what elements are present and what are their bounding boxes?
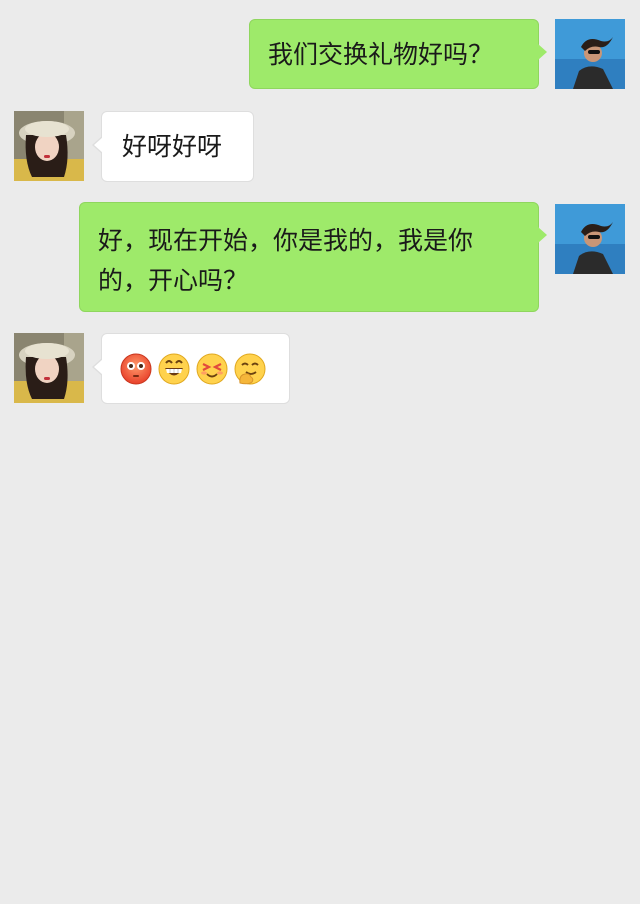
my-avatar[interactable]	[555, 204, 625, 274]
avatar-photo-icon	[555, 19, 625, 89]
message-bubble-received[interactable]: 好呀好呀	[92, 111, 254, 182]
avatar-photo-icon	[14, 111, 84, 181]
avatar-photo-icon	[14, 333, 84, 403]
message-bubble-sent[interactable]: 我们交换礼物好吗？	[249, 19, 547, 89]
my-avatar[interactable]	[555, 19, 625, 89]
contact-avatar[interactable]	[14, 111, 84, 181]
message-bubble-sent[interactable]: 好，现在开始，你是我的，我是你的，开心吗？	[79, 202, 547, 312]
avatar-photo-icon	[555, 204, 625, 274]
flushed-emoji-icon	[120, 353, 152, 384]
message-text: 我们交换礼物好吗？	[268, 40, 494, 69]
hiding-smile-emoji-icon	[234, 353, 266, 384]
emoji-row	[120, 334, 271, 403]
contact-avatar[interactable]	[14, 333, 84, 403]
grinning-emoji-icon	[158, 353, 190, 384]
message-bubble-received[interactable]	[92, 333, 290, 404]
heart-eyes-emoji-icon	[196, 353, 228, 384]
message-text: 好，现在开始，你是我的，我是你的，开心吗？	[98, 226, 474, 295]
message-text: 好呀好呀	[122, 132, 223, 161]
